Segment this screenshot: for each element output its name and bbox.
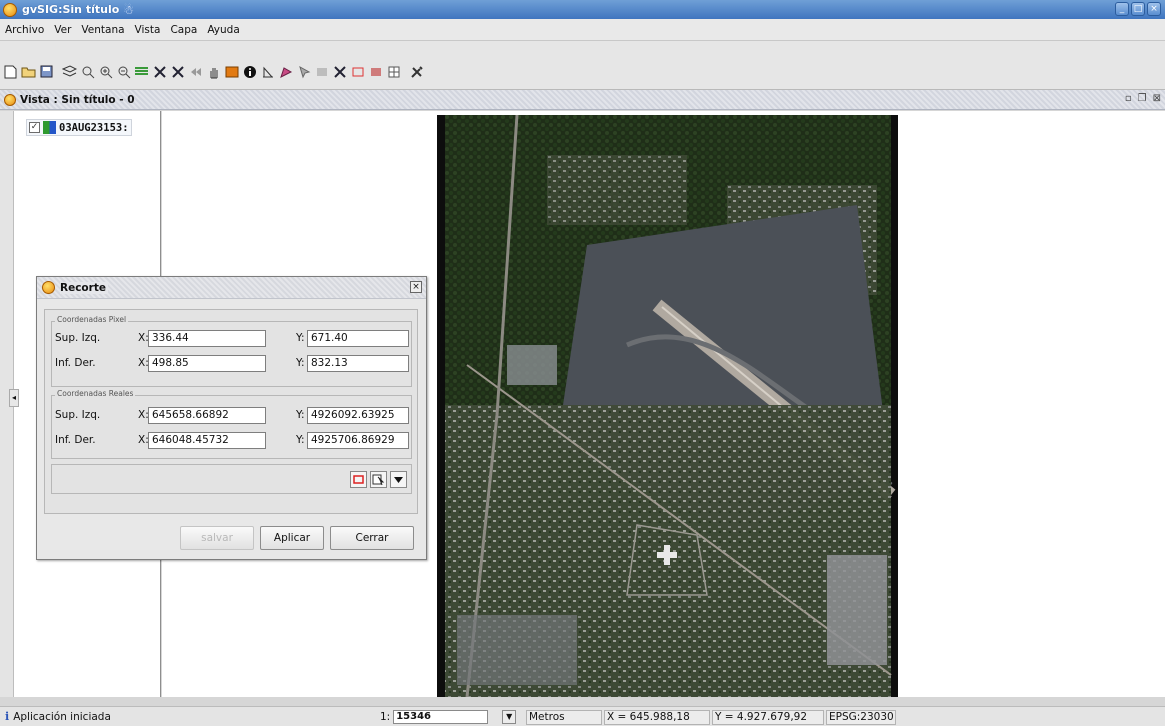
- satellite-raster-image: [437, 115, 898, 697]
- clip-tools-bar: [51, 464, 412, 494]
- new-file-icon[interactable]: [2, 63, 19, 80]
- pixel-inf-y-label: Y:: [296, 357, 305, 369]
- filter-icon[interactable]: [367, 63, 384, 80]
- scale-selector: 1: 15346 ▼: [380, 710, 517, 724]
- info-status-icon: i: [5, 710, 10, 723]
- dialog-panel: Coordenadas Pixel Sup. Izq. X: 336.44 Y:…: [44, 309, 418, 514]
- layer-visibility-checkbox[interactable]: ✓: [29, 122, 40, 133]
- close-window-icon[interactable]: ×: [1147, 2, 1161, 16]
- real-inf-y-label: Y:: [296, 434, 305, 446]
- dialog-title: Recorte: [60, 281, 108, 294]
- window-titlebar: gvSIG:Sin título ☃ _ □ ×: [0, 0, 1165, 19]
- layer-name: 03AUG23153:: [59, 121, 129, 134]
- zoom-full-icon[interactable]: [133, 63, 150, 80]
- zoom-layer-icon[interactable]: [151, 63, 168, 80]
- zoom-previous-icon[interactable]: [79, 63, 96, 80]
- select-rect-icon[interactable]: [313, 63, 330, 80]
- dialog-icon: [42, 281, 55, 294]
- satellite-image-content: [445, 115, 896, 697]
- scroll-left-icon[interactable]: ◂: [9, 389, 19, 407]
- real-coordinates-group: Coordenadas Reales Sup. Izq. X: 645658.6…: [51, 389, 412, 459]
- menu-ver[interactable]: Ver: [49, 24, 76, 36]
- real-sup-y-label: Y:: [296, 409, 305, 421]
- view-icon: [4, 93, 16, 106]
- info-icon[interactable]: [241, 63, 258, 80]
- real-sup-x-field[interactable]: 645658.66892: [148, 407, 266, 424]
- pixel-inf-x-field[interactable]: 498.85: [148, 355, 266, 372]
- main-toolbar: [0, 41, 1165, 90]
- view-title: Vista : Sin título - 0: [20, 93, 135, 106]
- pixel-inf-label: Inf. Der.: [55, 357, 96, 369]
- minimize-icon[interactable]: _: [1115, 2, 1129, 16]
- recorte-dialog: Recorte × Coordenadas Pixel Sup. Izq. X:…: [36, 276, 427, 560]
- scale-prefix: 1:: [380, 711, 391, 723]
- real-inf-label: Inf. Der.: [55, 434, 96, 446]
- pixel-sup-x-field[interactable]: 336.44: [148, 330, 266, 347]
- pixel-group-legend: Coordenadas Pixel: [55, 315, 129, 324]
- aplicar-button[interactable]: Aplicar: [260, 526, 324, 550]
- dropdown-arrow-icon[interactable]: [390, 471, 407, 488]
- real-group-legend: Coordenadas Reales: [55, 389, 136, 398]
- salvar-button[interactable]: salvar: [180, 526, 254, 550]
- gvsig-app-icon: [3, 2, 17, 17]
- zoom-out-icon[interactable]: [115, 63, 132, 80]
- units-field: Metros: [526, 710, 602, 725]
- tools-icon[interactable]: [408, 63, 425, 80]
- status-message: Aplicación iniciada: [13, 710, 111, 723]
- open-folder-icon[interactable]: [20, 63, 37, 80]
- grid-icon[interactable]: [385, 63, 402, 80]
- real-sup-label: Sup. Izq.: [55, 409, 101, 421]
- maximize-icon[interactable]: □: [1131, 2, 1145, 16]
- title-decoration-icon: ☃: [123, 2, 135, 17]
- pixel-inf-y-field[interactable]: 832.13: [307, 355, 409, 372]
- select-layer-icon[interactable]: [370, 471, 387, 488]
- menu-capa[interactable]: Capa: [165, 24, 202, 36]
- dialog-titlebar[interactable]: Recorte ×: [37, 277, 426, 299]
- chevron-down-icon[interactable]: ▼: [502, 710, 517, 724]
- select-rectangle-icon[interactable]: [350, 471, 367, 488]
- iconify-icon[interactable]: ▫: [1125, 93, 1132, 104]
- raster-layer-icon: [43, 121, 56, 134]
- pixel-sup-y-field[interactable]: 671.40: [307, 330, 409, 347]
- save-icon[interactable]: [38, 63, 55, 80]
- zoom-select-icon[interactable]: [169, 63, 186, 80]
- view-frame-controls: ▫ ❐ ⊠: [1125, 93, 1161, 104]
- clip-rect-icon[interactable]: [349, 63, 366, 80]
- view-frame-header: Vista : Sin título - 0 ▫ ❐ ⊠: [0, 90, 1165, 110]
- cerrar-button[interactable]: Cerrar: [330, 526, 414, 550]
- area-icon[interactable]: [277, 63, 294, 80]
- menu-ventana[interactable]: Ventana: [76, 24, 129, 36]
- locator-icon[interactable]: [223, 63, 240, 80]
- layers-icon[interactable]: [61, 63, 78, 80]
- real-sup-y-field[interactable]: 4926092.63925: [307, 407, 409, 424]
- projection-readout: EPSG:23030: [826, 710, 896, 725]
- x-coordinate-readout: X = 645.988,18: [604, 710, 710, 725]
- toolbar-buttons: [2, 63, 425, 80]
- close-icon[interactable]: ×: [410, 281, 422, 293]
- window-title: gvSIG:Sin título: [22, 3, 120, 16]
- menu-archivo[interactable]: Archivo: [0, 24, 49, 36]
- status-bar: i Aplicación iniciada 1: 15346 ▼ Metros …: [0, 706, 1165, 726]
- pixel-sup-label: Sup. Izq.: [55, 332, 101, 344]
- scale-input[interactable]: 15346: [393, 710, 489, 724]
- pixel-coordinates-group: Coordenadas Pixel Sup. Izq. X: 336.44 Y:…: [51, 315, 412, 387]
- measure-icon[interactable]: [259, 63, 276, 80]
- clip-icon[interactable]: [331, 63, 348, 80]
- window-controls: _ □ ×: [1115, 2, 1161, 16]
- zoom-in-icon[interactable]: [97, 63, 114, 80]
- close-view-icon[interactable]: ⊠: [1153, 93, 1161, 104]
- y-coordinate-readout: Y = 4.927.679,92: [712, 710, 824, 725]
- menubar: Archivo Ver Ventana Vista Capa Ayuda: [0, 19, 1165, 41]
- select-tool-icon[interactable]: [295, 63, 312, 80]
- real-inf-x-field[interactable]: 646048.45732: [148, 432, 266, 449]
- real-inf-y-field[interactable]: 4925706.86929: [307, 432, 409, 449]
- pan-hand-icon[interactable]: [205, 63, 222, 80]
- restore-icon[interactable]: ❐: [1138, 93, 1147, 104]
- zoom-back-icon[interactable]: [187, 63, 204, 80]
- menu-vista[interactable]: Vista: [130, 24, 166, 36]
- layer-item[interactable]: ✓ 03AUG23153:: [26, 119, 132, 136]
- pixel-sup-y-label: Y:: [296, 332, 305, 344]
- menu-ayuda[interactable]: Ayuda: [202, 24, 244, 36]
